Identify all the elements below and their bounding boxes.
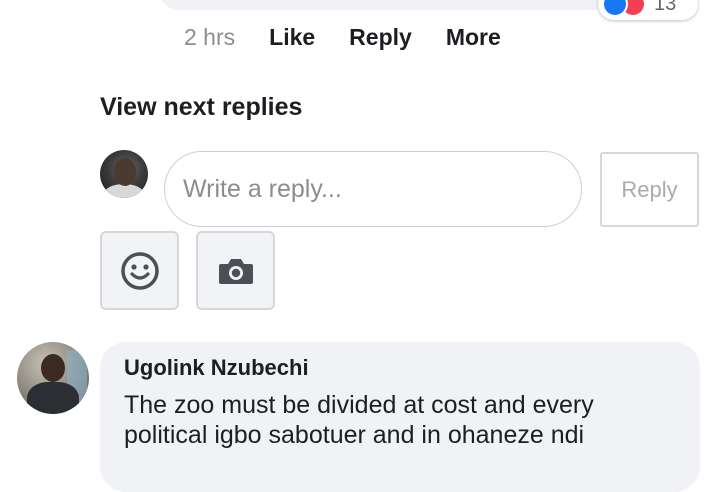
comment-actions: 2 hrs Like Reply More	[184, 24, 535, 51]
reply-input[interactable]: Write a reply...	[164, 151, 582, 227]
reaction-summary[interactable]: 13	[598, 0, 698, 20]
comment-text: The zoo must be divided at cost and ever…	[124, 391, 594, 449]
reply-input-placeholder: Write a reply...	[183, 174, 342, 203]
reply-link[interactable]: Reply	[349, 24, 412, 51]
comment-timestamp: 2 hrs	[184, 24, 236, 50]
reaction-count: 13	[654, 0, 677, 15]
emoji-button[interactable]	[100, 231, 179, 310]
view-next-replies-link[interactable]: View next replies	[100, 93, 302, 122]
comment-author[interactable]: Ugolink Nzubechi	[124, 355, 309, 381]
reply-submit-button[interactable]: Reply	[600, 152, 699, 227]
commenter-avatar[interactable]	[17, 342, 89, 414]
like-button[interactable]: Like	[269, 24, 315, 51]
camera-icon	[218, 258, 253, 284]
more-button[interactable]: More	[446, 24, 501, 51]
avatar	[100, 150, 148, 198]
camera-button[interactable]	[196, 231, 275, 310]
like-icon	[602, 0, 628, 17]
emoji-icon	[120, 251, 159, 290]
